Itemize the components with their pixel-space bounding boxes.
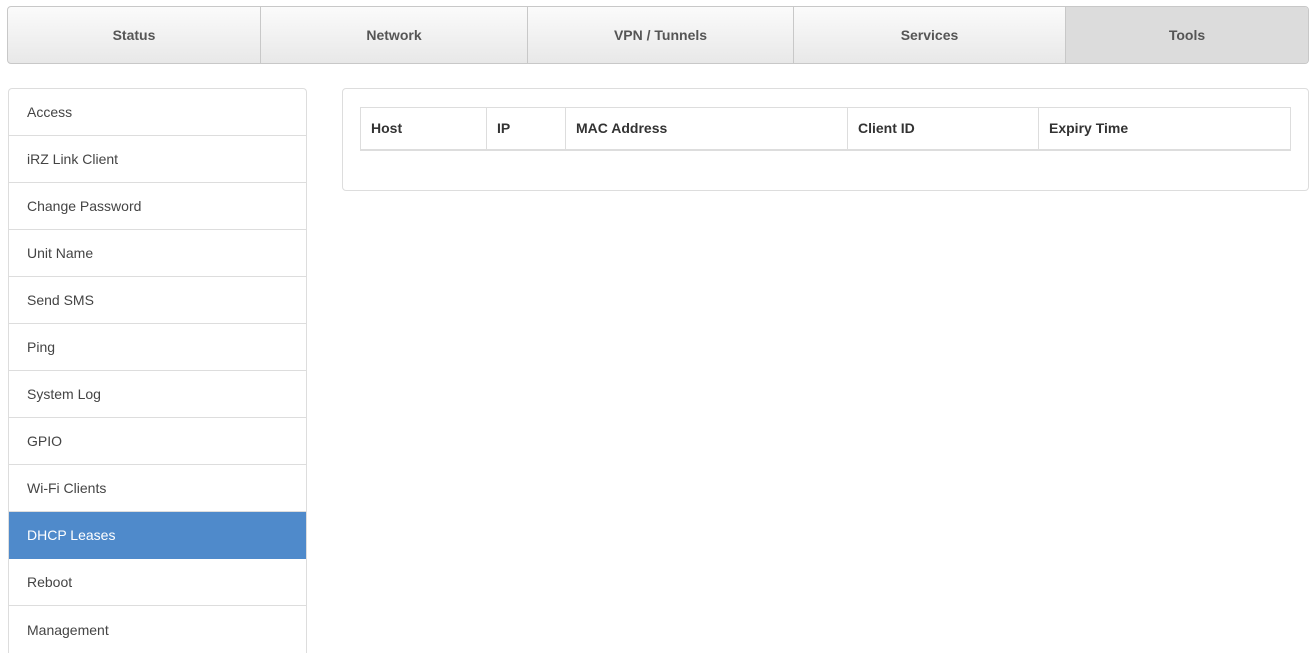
tab-status[interactable]: Status: [8, 7, 261, 63]
column-header-host: Host: [360, 107, 487, 151]
sidebar-item-wifi-clients[interactable]: Wi-Fi Clients: [9, 465, 306, 512]
sidebar-item-gpio[interactable]: GPIO: [9, 418, 306, 465]
sidebar-item-irz-link-client[interactable]: iRZ Link Client: [9, 136, 306, 183]
dhcp-leases-table: Host IP MAC Address Client ID Expiry Tim…: [360, 107, 1291, 151]
sidebar-item-system-log[interactable]: System Log: [9, 371, 306, 418]
sidebar-item-dhcp-leases[interactable]: DHCP Leases: [9, 512, 306, 559]
sidebar-item-access[interactable]: Access: [9, 89, 306, 136]
top-navigation: Status Network VPN / Tunnels Services To…: [7, 6, 1309, 64]
sidebar-item-unit-name[interactable]: Unit Name: [9, 230, 306, 277]
sidebar-item-reboot[interactable]: Reboot: [9, 559, 306, 606]
sidebar-item-change-password[interactable]: Change Password: [9, 183, 306, 230]
sidebar-item-send-sms[interactable]: Send SMS: [9, 277, 306, 324]
column-header-mac-address: MAC Address: [565, 107, 848, 151]
sidebar-menu: Access iRZ Link Client Change Password U…: [8, 88, 307, 653]
sidebar-item-management[interactable]: Management: [9, 606, 306, 653]
tab-services[interactable]: Services: [794, 7, 1066, 63]
sidebar-item-ping[interactable]: Ping: [9, 324, 306, 371]
column-header-client-id: Client ID: [847, 107, 1039, 151]
tab-tools[interactable]: Tools: [1066, 7, 1308, 63]
tab-network[interactable]: Network: [261, 7, 528, 63]
dhcp-leases-panel: Host IP MAC Address Client ID Expiry Tim…: [342, 88, 1309, 191]
table-header-row: Host IP MAC Address Client ID Expiry Tim…: [360, 107, 1291, 151]
tab-vpn-tunnels[interactable]: VPN / Tunnels: [528, 7, 794, 63]
column-header-ip: IP: [486, 107, 566, 151]
column-header-expiry-time: Expiry Time: [1038, 107, 1291, 151]
